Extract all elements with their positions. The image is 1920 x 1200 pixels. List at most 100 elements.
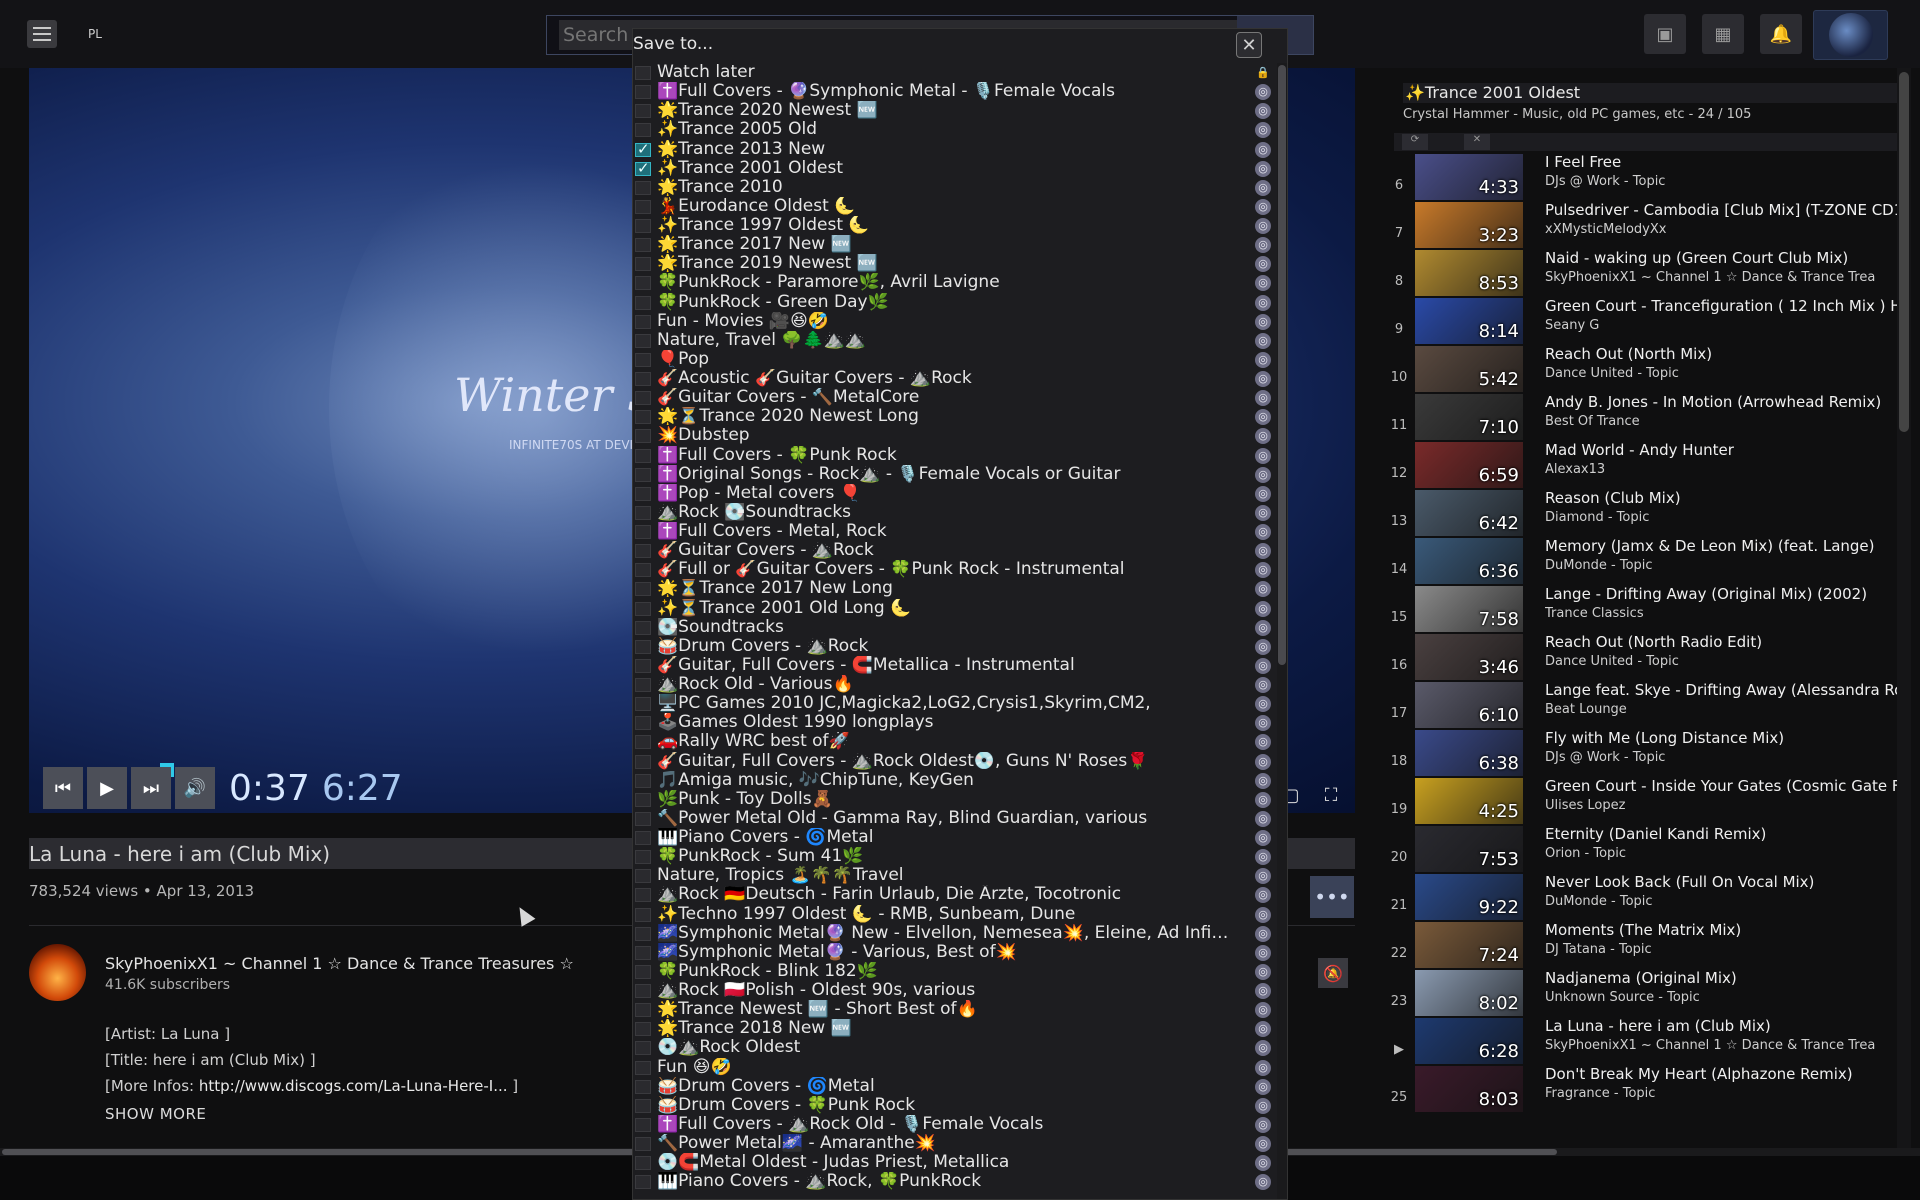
playlist-item[interactable]: 25 8:03 Don't Break My Heart (Alphazone Re…: [1383, 1065, 1903, 1113]
save-option[interactable]: ✨⏳Trance 2001 Old Long 🌜 ◎: [633, 599, 1273, 618]
playlist-item[interactable]: 11 7:10 Andy B. Jones - In Motion (Arrowhe…: [1383, 393, 1903, 441]
save-option[interactable]: 🌟⏳Trance 2017 New Long ◎: [633, 579, 1273, 598]
checkbox[interactable]: [635, 104, 651, 119]
save-option[interactable]: 🕹️Games Oldest 1990 longplays ◎: [633, 713, 1273, 732]
thumbnail[interactable]: 8:53: [1415, 250, 1523, 296]
save-option[interactable]: ✨Trance 2005 Old ◎: [633, 120, 1273, 139]
save-option[interactable]: 🌟Trance 2013 New ◎: [633, 140, 1273, 159]
checkbox[interactable]: [635, 199, 651, 214]
checkbox[interactable]: [635, 85, 651, 100]
playlist-item[interactable]: 16 3:46 Reach Out (North Radio Edit) Dance …: [1383, 633, 1903, 681]
checkbox[interactable]: [635, 352, 651, 367]
playlist-item[interactable]: 10 5:42 Reach Out (North Mix) Dance United …: [1383, 345, 1903, 393]
checkbox[interactable]: [635, 372, 651, 386]
playlist-item[interactable]: 23 8:02 Nadjanema (Original Mix) Unknown So…: [1383, 969, 1903, 1017]
save-option[interactable]: 🔨Power Metal Old - Gamma Ray, Blind Guar…: [633, 809, 1273, 828]
thumbnail[interactable]: 4:33: [1415, 154, 1523, 200]
save-option[interactable]: 🎸Guitar Covers - 🔨MetalCore ◎: [633, 388, 1273, 407]
checkbox[interactable]: [635, 735, 651, 750]
save-option[interactable]: ✝️Original Songs - Rock⛰️ - 🎙️Female Voc…: [633, 465, 1273, 484]
playlist-item[interactable]: ▶ 6:28 La Luna - here i am (Club Mix) SkyPh…: [1383, 1017, 1903, 1065]
checkbox[interactable]: [635, 964, 651, 979]
thumbnail[interactable]: 6:38: [1415, 730, 1523, 776]
playlist-item-title[interactable]: Moments (The Matrix Mix): [1545, 921, 1903, 939]
save-option[interactable]: 💽Soundtracks ◎: [633, 618, 1273, 637]
checkbox[interactable]: [635, 544, 651, 559]
checkbox[interactable]: [635, 582, 651, 597]
save-option[interactable]: 🌟⏳Trance 2020 Newest Long ◎: [633, 407, 1273, 426]
checkbox[interactable]: [635, 180, 651, 195]
save-option[interactable]: ✝️Full Covers - 🍀Punk Rock ◎: [633, 446, 1273, 465]
checkbox[interactable]: [635, 314, 651, 329]
checkbox[interactable]: [635, 123, 651, 138]
save-option[interactable]: 🎸Guitar Covers - ⛰️Rock ◎: [633, 541, 1273, 560]
checkbox[interactable]: [635, 697, 651, 712]
save-option[interactable]: ⛰️Rock 🇵🇱Polish - Oldest 90s, various ◎: [633, 981, 1273, 1000]
playlist-item-title[interactable]: Fly with Me (Long Distance Mix): [1545, 729, 1903, 747]
checkbox[interactable]: [635, 391, 651, 406]
save-option[interactable]: 💿⛰️Rock Oldest ◎: [633, 1038, 1273, 1057]
playlist-item-title[interactable]: Memory (Jamx & De Leon Mix) (feat. Lange…: [1545, 537, 1903, 555]
playlist-item-title[interactable]: Green Court - Inside Your Gates (Cosmic …: [1545, 777, 1903, 795]
save-option[interactable]: 🎸Guitar, Full Covers - 🧲Metallica - Inst…: [633, 656, 1273, 675]
save-option[interactable]: 🌌Symphonic Metal🔮 New - Elvellon, Nemese…: [633, 924, 1273, 943]
playlist-item-title[interactable]: La Luna - here i am (Club Mix): [1545, 1017, 1903, 1035]
checkbox[interactable]: [635, 159, 651, 177]
playlist-item[interactable]: 14 6:36 Memory (Jamx & De Leon Mix) (feat.…: [1383, 537, 1903, 585]
checkbox[interactable]: [635, 1117, 651, 1132]
checkbox[interactable]: [635, 219, 651, 233]
save-option[interactable]: 🌟Trance 2019 Newest 🆕 ◎: [633, 254, 1273, 273]
save-option[interactable]: Fun - Movies 🎥😆🤣 ◎: [633, 312, 1273, 331]
checkbox[interactable]: [635, 66, 651, 80]
checkbox[interactable]: [635, 429, 651, 444]
thumbnail[interactable]: 7:53: [1415, 826, 1523, 872]
discogs-link[interactable]: http://www.discogs.com/La-Luna-Here-I...: [199, 1077, 508, 1095]
save-option[interactable]: 🥁Drum Covers - 🍀Punk Rock ◎: [633, 1096, 1273, 1115]
playlist-item[interactable]: 20 7:53 Eternity (Daniel Kandi Remix) Orion…: [1383, 825, 1903, 873]
save-option[interactable]: 🌟Trance 2017 New 🆕 ◎: [633, 235, 1273, 254]
checkbox[interactable]: [635, 1098, 651, 1113]
logo[interactable]: PL: [88, 27, 102, 41]
menu-icon[interactable]: [27, 20, 57, 48]
checkbox[interactable]: [635, 658, 651, 673]
checkbox[interactable]: [635, 601, 651, 616]
checkbox[interactable]: [635, 1041, 651, 1056]
thumbnail[interactable]: 6:36: [1415, 538, 1523, 584]
volume-icon[interactable]: 🔊: [175, 767, 215, 809]
save-option[interactable]: ✝️Full Covers - Metal, Rock ◎: [633, 522, 1273, 541]
thumbnail[interactable]: 5:42: [1415, 346, 1523, 392]
playlist-item-title[interactable]: Don't Break My Heart (Alphazone Remix): [1545, 1065, 1903, 1083]
checkbox[interactable]: [635, 1003, 651, 1018]
checkbox[interactable]: [635, 467, 651, 482]
checkbox[interactable]: [635, 1060, 651, 1075]
checkbox[interactable]: [635, 1156, 651, 1171]
save-option[interactable]: 🥁Drum Covers - ⛰️Rock ◎: [633, 637, 1273, 656]
save-option[interactable]: ⛰️Rock 💽Soundtracks ◎: [633, 503, 1273, 522]
checkbox[interactable]: [635, 888, 651, 903]
checkbox[interactable]: [635, 945, 651, 960]
channel-avatar[interactable]: [29, 944, 86, 1001]
playlist-item[interactable]: 7 3:23 Pulsedriver - Cambodia [Club Mix] (…: [1383, 201, 1903, 249]
playlist-item[interactable]: 17 6:10 Lange feat. Skye - Drifting Away (…: [1383, 681, 1903, 729]
channel-name[interactable]: SkyPhoenixX1 ~ Channel 1 ☆ Dance & Tranc…: [105, 954, 574, 973]
save-option[interactable]: 🎹Piano Covers - 🌀Metal ◎: [633, 828, 1273, 847]
checkbox[interactable]: [635, 257, 651, 272]
thumbnail[interactable]: 8:03: [1415, 1066, 1523, 1112]
thumbnail[interactable]: 6:10: [1415, 682, 1523, 728]
checkbox[interactable]: [635, 505, 651, 520]
save-option[interactable]: 🎈Pop ◎: [633, 350, 1273, 369]
playlist-item[interactable]: 15 7:58 Lange - Drifting Away (Original Mi…: [1383, 585, 1903, 633]
save-option[interactable]: ⛰️Rock 🇩🇪Deutsch - Farin Urlaub, Die Ärz…: [633, 885, 1273, 904]
save-option[interactable]: ✝️Pop - Metal covers 🎈 ◎: [633, 484, 1273, 503]
page-scrollbar[interactable]: [1897, 68, 1911, 1148]
save-option[interactable]: 🖥️PC Games 2010 JC,Magicka2,LoG2,Crysis1…: [633, 694, 1273, 713]
playlist-item-title[interactable]: I Feel Free: [1545, 153, 1903, 171]
previous-icon[interactable]: ⏮: [43, 767, 83, 809]
shuffle-icon[interactable]: ✕: [1464, 134, 1490, 150]
checkbox[interactable]: [635, 984, 651, 998]
checkbox[interactable]: [635, 907, 651, 922]
thumbnail[interactable]: 8:14: [1415, 298, 1523, 344]
save-option[interactable]: 🔨Power Metal🌌 - Amaranthe💥 ◎: [633, 1134, 1273, 1153]
save-option[interactable]: 🎸Guitar, Full Covers - ⛰️Rock Oldest💿, G…: [633, 752, 1273, 771]
checkbox[interactable]: [635, 773, 651, 788]
